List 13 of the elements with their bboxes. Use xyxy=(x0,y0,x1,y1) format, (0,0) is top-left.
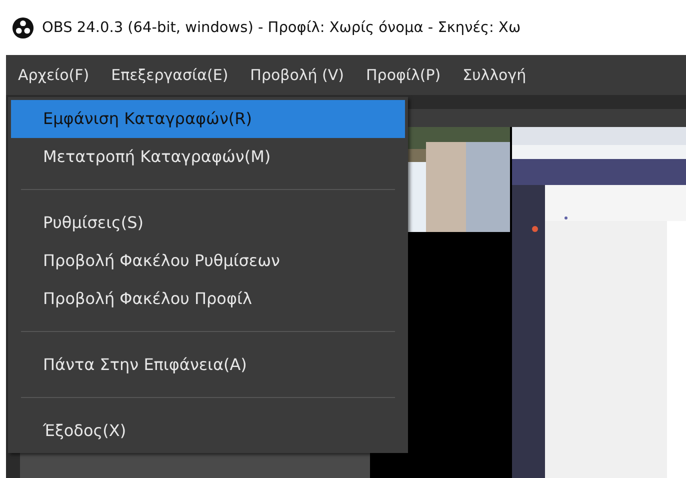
menu-bar-item[interactable]: Προφίλ(P) xyxy=(366,66,441,84)
menu-bar-item[interactable]: Αρχείο(F) xyxy=(18,66,90,84)
menu-item[interactable]: Προβολή Φακέλου Προφίλ xyxy=(11,280,405,318)
menu-bar-item[interactable]: Προβολή (V) xyxy=(250,66,344,84)
menu-bar-item[interactable]: Επεξεργασία(E) xyxy=(111,66,228,84)
menu-item[interactable]: Έξοδος(X) xyxy=(11,412,405,450)
menu-item[interactable]: Εμφάνιση Καταγραφών(R) xyxy=(11,100,405,138)
window-title: OBS 24.0.3 (64-bit, windows) - Προφίλ: Χωρίς όνομα - Σκηνές: Χω xyxy=(42,20,521,36)
menu-item[interactable]: Μετατροπή Καταγραφών(M) xyxy=(11,138,405,176)
menu-bar-item[interactable]: Συλλογή xyxy=(462,66,526,84)
menu-item[interactable]: Προβολή Φακέλου Ρυθμίσεων xyxy=(11,242,405,280)
menu-item[interactable]: Πάντα Στην Επιφάνεια(A) xyxy=(11,346,405,384)
menu-item[interactable]: Ρυθμίσεις(S) xyxy=(11,204,405,242)
